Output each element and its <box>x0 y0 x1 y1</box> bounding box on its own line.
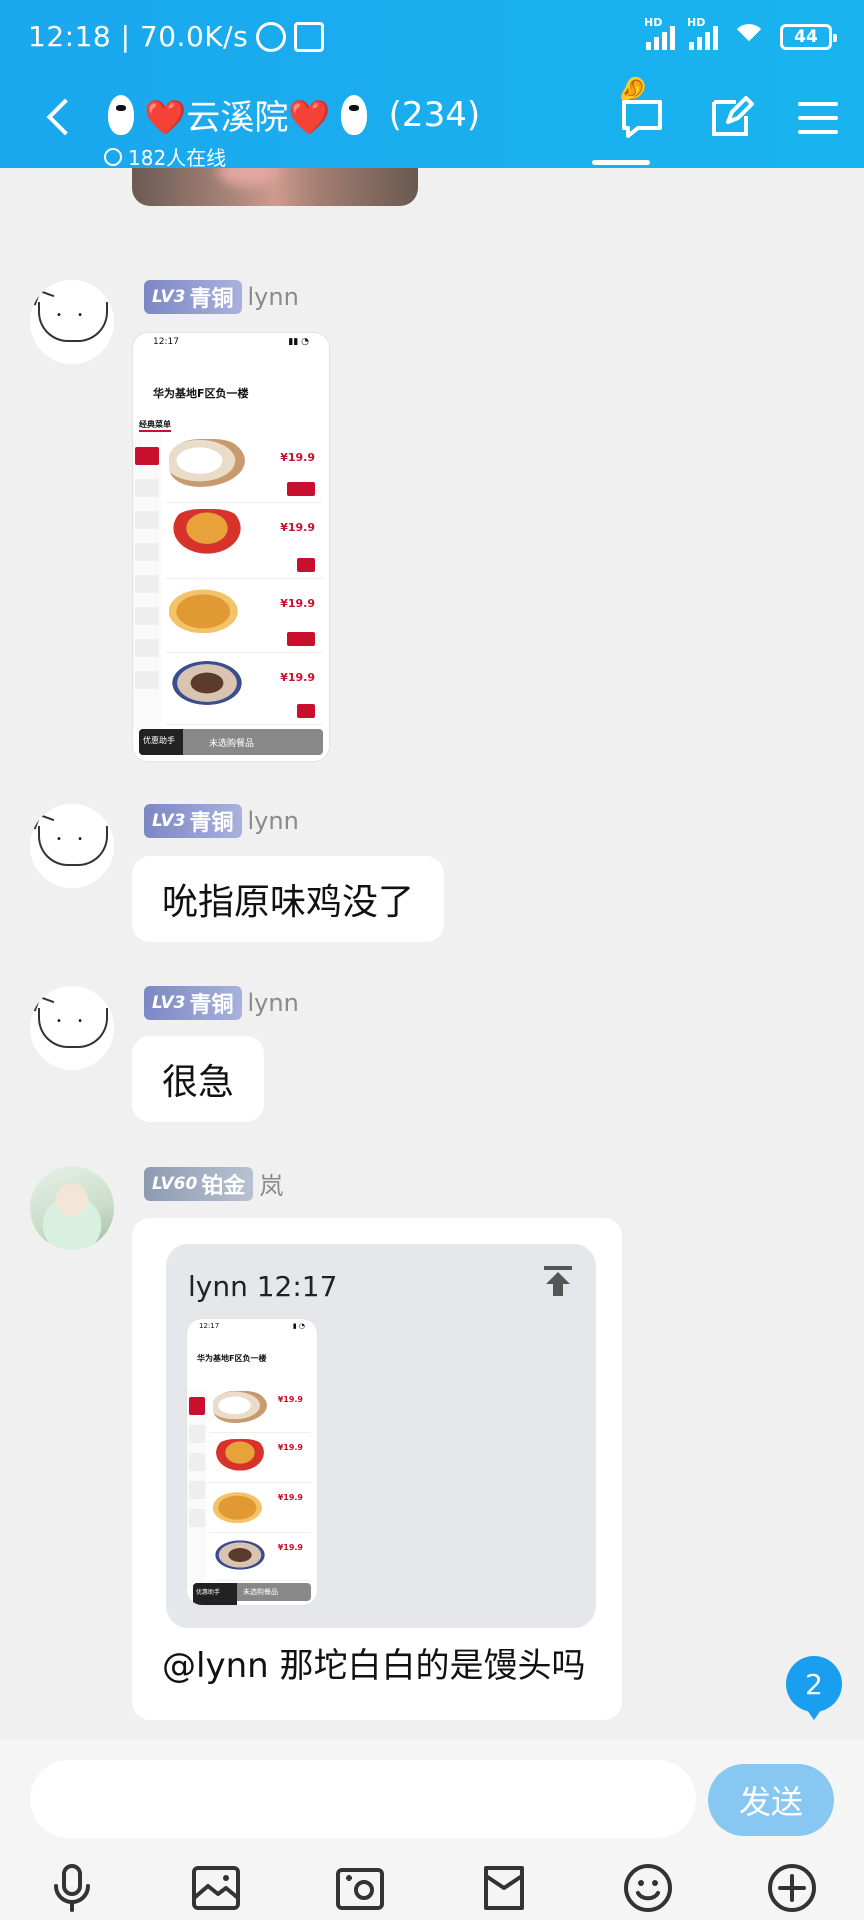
cat-avatar-icon <box>38 1008 108 1048</box>
penguin-icon <box>337 94 371 135</box>
unread-badge[interactable]: 2 <box>786 1656 842 1720</box>
avatar[interactable] <box>30 804 114 888</box>
group-title[interactable]: ❤️云溪院❤️ (234) 👂 <box>104 68 656 139</box>
previous-image-message[interactable] <box>132 168 418 206</box>
alarm-icon <box>256 21 287 52</box>
camera-icon[interactable] <box>334 1862 386 1914</box>
nav-bar: ❤️云溪院❤️ (234) 👂 182人在线 <box>0 68 864 171</box>
sender-meta: LV3 青铜 lynn <box>144 986 299 1020</box>
chat-area[interactable]: LV3青铜 lynn 12:17▮▮ ◔ 华为基地F区负一楼 经典菜单 ¥19.… <box>0 168 864 1740</box>
level-badge: LV60 铂金 <box>144 1166 254 1201</box>
thumb-store-title: 华为基地F区负一楼 <box>153 387 249 400</box>
level-badge: LV3 青铜 <box>144 804 242 838</box>
jump-to-top-icon[interactable] <box>542 1264 574 1298</box>
status-bar-left: 12:18 | 70.0K/s <box>28 20 325 53</box>
nav-actions <box>618 94 842 142</box>
sender-name[interactable]: lynn <box>248 807 299 835</box>
penguin-icon <box>104 94 138 135</box>
reply-text: @lynn 那坨白白的是馒头吗 <box>162 1646 586 1686</box>
level-badge: LV3 青铜 <box>144 280 242 314</box>
avatar[interactable] <box>30 986 114 1070</box>
sender-name[interactable]: lynn <box>248 989 299 1017</box>
quote-header: lynn 12:17 <box>188 1270 338 1303</box>
avatar[interactable] <box>30 1166 114 1250</box>
active-tab-indicator <box>592 160 650 165</box>
chat-bubble-icon[interactable] <box>618 94 666 142</box>
avatar[interactable] <box>30 280 114 364</box>
quoted-message[interactable]: lynn 12:17 12:17 ▮ ◔ 华为基地F区负一楼 ¥19.9 ¥19.… <box>166 1244 596 1628</box>
composer-toolbar <box>0 1852 864 1920</box>
chat-header: 12:18 | 70.0K/s HD HD 44 ❤️云溪院❤️ (234) 👂… <box>0 0 864 171</box>
image-message[interactable]: 12:17 ▮▮ ◔ 华为基地F区负一楼 经典菜单 ¥19.9 ¥19.9 ¥19… <box>132 332 330 762</box>
plus-icon[interactable] <box>766 1862 818 1914</box>
status-time-speed: 12:18 | 70.0K/s <box>28 20 249 53</box>
battery-icon: 44 <box>780 24 837 50</box>
signal-icon: HD <box>687 16 718 50</box>
cat-avatar-icon <box>38 302 108 342</box>
edit-icon[interactable] <box>706 94 754 142</box>
sender-name[interactable]: lynn <box>248 283 299 311</box>
sender-meta: LV3 青铜 lynn <box>144 804 299 838</box>
thumb-bottom-bar: 优惠助手 未选购餐品 <box>139 729 323 755</box>
image-icon[interactable] <box>190 1862 242 1914</box>
wifi-icon <box>732 24 766 50</box>
sender-name[interactable]: 岚 <box>259 1166 283 1201</box>
message-input[interactable] <box>30 1760 696 1838</box>
sender-meta: LV60 铂金 岚 <box>144 1166 283 1201</box>
nfc-icon <box>294 21 325 52</box>
cat-avatar-icon <box>38 826 108 866</box>
status-bar-right: HD HD 44 <box>644 16 837 50</box>
online-icon <box>104 147 122 166</box>
quoted-image[interactable]: 12:17 ▮ ◔ 华为基地F区负一楼 ¥19.9 ¥19.9 ¥19.9 ¥19… <box>186 1318 318 1606</box>
microphone-icon[interactable] <box>46 1862 98 1914</box>
thumb-status: 12:17 ▮▮ ◔ <box>153 337 309 347</box>
emoji-icon[interactable] <box>622 1862 674 1914</box>
level-badge: LV3 青铜 <box>144 986 242 1020</box>
text-message[interactable]: 吮指原味鸡没了 <box>132 856 445 942</box>
sender-meta: LV3 青铜 lynn <box>144 280 299 314</box>
member-count: (234) <box>388 94 481 135</box>
back-icon[interactable] <box>42 98 78 134</box>
pocket-icon[interactable] <box>478 1862 530 1914</box>
composer: 发送 <box>0 1740 864 1920</box>
online-count: 182人在线 <box>104 142 226 171</box>
text-message[interactable]: 很急 <box>132 1036 265 1122</box>
send-button[interactable]: 发送 <box>708 1764 834 1836</box>
signal-icon: HD <box>644 16 675 50</box>
menu-icon[interactable] <box>794 94 842 142</box>
group-name: ❤️云溪院❤️ <box>144 98 331 138</box>
reply-message[interactable]: lynn 12:17 12:17 ▮ ◔ 华为基地F区负一楼 ¥19.9 ¥19.… <box>132 1218 622 1720</box>
